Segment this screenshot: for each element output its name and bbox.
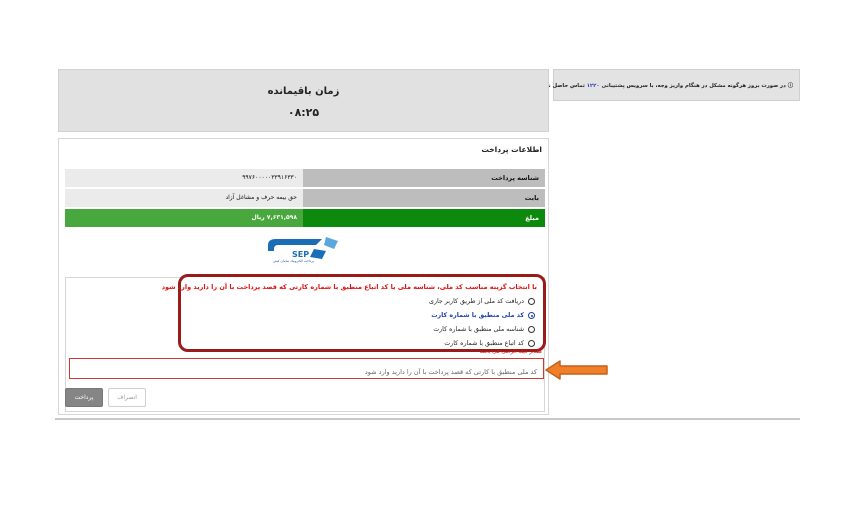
payment-id-label: شناسه پرداخت	[303, 169, 545, 187]
option-label: کد ملی منطبق با شماره کارت	[431, 312, 524, 319]
support-text-a: در صورت بروز هرگونه مشکل در هنگام واریز …	[601, 83, 786, 89]
option-label: دریافت کد ملی از طریق کاربر جاری	[429, 298, 524, 305]
pay-button[interactable]: پرداخت	[65, 388, 103, 407]
support-number: ۱۲۲۰	[586, 83, 600, 89]
radio-button-selected[interactable]	[528, 312, 535, 319]
option-label: کد اتباع منطبق با شماره کارت	[444, 340, 524, 347]
payment-id-row: شناسه پرداخت ۹۹۷۶۰۰۰۰۰۳۳۹۱۶۳۳۰	[65, 169, 545, 187]
option-foreign-code[interactable]: کد اتباع منطبق با شماره کارت	[444, 338, 535, 349]
options-heading: با انتخاب گزینه مناسب کد ملی، شناسه ملی …	[161, 283, 537, 291]
payment-id-value: ۹۹۷۶۰۰۰۰۰۳۳۹۱۶۳۳۰	[65, 169, 303, 187]
required-field-message: مقدار فیلد الزامی می باشد	[479, 349, 542, 355]
national-code-field[interactable]	[69, 358, 544, 382]
timer-value: ۰۸:۲۵	[287, 106, 320, 119]
payment-purpose-row: بابت حق بیمه حرف و مشاغل آزاد	[65, 189, 545, 207]
timer-label: زمان باقیمانده	[267, 86, 340, 97]
sep-logo-caption: پرداخت الکترونیک سامان کیش	[273, 259, 314, 263]
payment-purpose-label: بابت	[303, 189, 545, 207]
sep-logo-text: SEP	[292, 250, 309, 259]
option-label: شناسه ملی منطبق با شماره کارت	[433, 326, 524, 333]
payment-purpose-value: حق بیمه حرف و مشاغل آزاد	[65, 189, 303, 207]
arrow-left-icon	[545, 360, 608, 380]
support-info-text: ⓘ در صورت بروز هرگونه مشکل در هنگام واری…	[534, 81, 793, 89]
option-national-id[interactable]: شناسه ملی منطبق با شماره کارت	[433, 324, 535, 335]
info-icon: ⓘ	[787, 83, 793, 89]
radio-button[interactable]	[528, 298, 535, 305]
payment-amount-row: مبلغ ۷,۶۳۱,۵۹۸ ریال	[65, 209, 545, 227]
payment-panel: اطلاعات پرداخت شناسه پرداخت ۹۹۷۶۰۰۰۰۰۳۳۹…	[58, 138, 549, 415]
option-national-code[interactable]: کد ملی منطبق با شماره کارت	[431, 310, 535, 321]
id-options-group: با انتخاب گزینه مناسب کد ملی، شناسه ملی …	[162, 274, 546, 352]
payment-title: اطلاعات پرداخت	[481, 145, 542, 154]
payment-amount-label: مبلغ	[303, 209, 545, 227]
radio-button[interactable]	[528, 326, 535, 333]
payment-amount-value: ۷,۶۳۱,۵۹۸ ریال	[65, 209, 303, 227]
radio-button[interactable]	[528, 340, 535, 347]
support-info-box: ⓘ در صورت بروز هرگونه مشکل در هنگام واری…	[534, 69, 800, 101]
timer-panel: زمان باقیمانده ۰۸:۲۵	[58, 69, 549, 132]
cancel-button[interactable]: انصراف	[108, 388, 146, 407]
option-current-user[interactable]: دریافت کد ملی از طریق کاربر جاری	[429, 296, 535, 307]
national-code-input[interactable]	[70, 362, 543, 382]
